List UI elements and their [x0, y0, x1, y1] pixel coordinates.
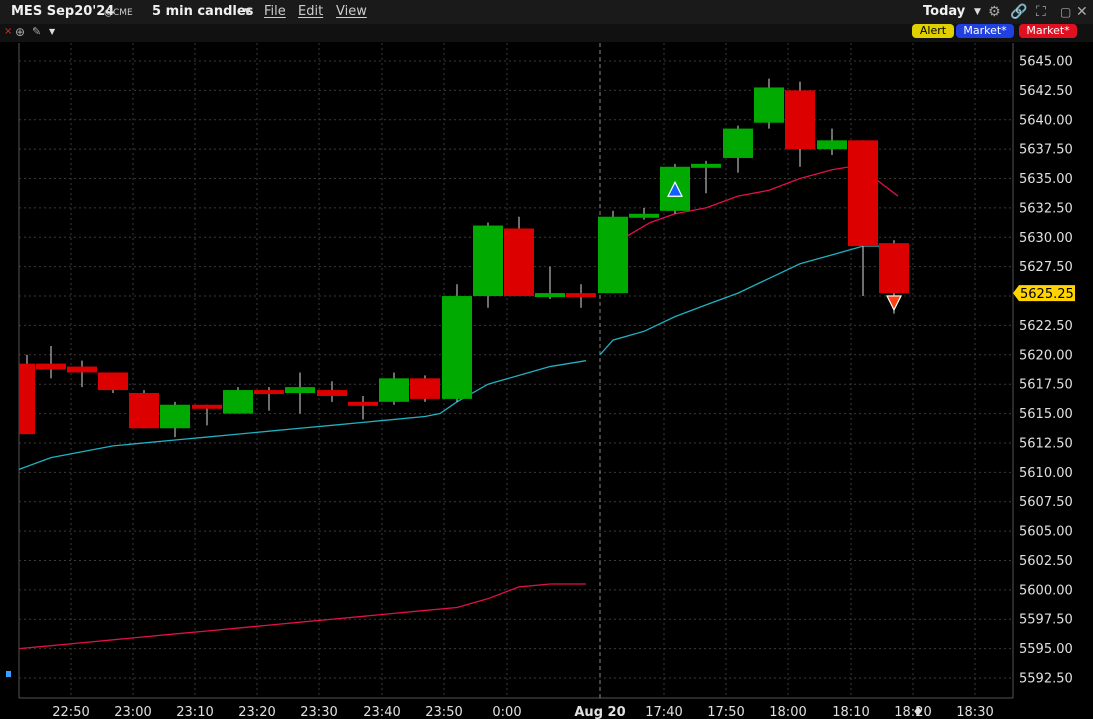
y-tick-label: 5640.00	[1019, 113, 1073, 128]
y-tick-label: 5627.50	[1019, 260, 1073, 275]
maximize-icon[interactable]: ⛶	[1036, 0, 1046, 24]
y-tick-label: 5600.00	[1019, 583, 1073, 598]
y-tick-label: 5597.50	[1019, 613, 1073, 628]
y-tick-label: 5620.00	[1019, 348, 1073, 363]
candle-down	[410, 378, 440, 399]
x-tick-label: 0:00	[492, 705, 521, 719]
x-tick-label: 23:10	[176, 705, 213, 719]
candle-up	[754, 87, 784, 123]
restore-icon[interactable]: ▢	[1060, 0, 1071, 24]
market-button-red[interactable]: Market*	[1019, 24, 1077, 38]
x-tick-label: 22:50	[52, 705, 89, 719]
chart-toolbar: × ⊕ ✎ ▼ Alert Market* Market*	[0, 24, 1093, 42]
candle-down	[192, 404, 222, 409]
close-icon[interactable]: ×	[4, 20, 12, 44]
y-tick-label: 5645.00	[1019, 55, 1073, 70]
x-tick-label: 23:20	[238, 705, 275, 719]
candle-down	[254, 390, 284, 395]
candle-up	[723, 128, 753, 158]
left-edge-marker	[6, 671, 11, 677]
scroll-marker: ♦	[912, 705, 924, 719]
y-tick-label: 5630.00	[1019, 231, 1073, 246]
x-tick-label: Aug 20	[574, 705, 625, 719]
y-tick-label: 5612.50	[1019, 436, 1073, 451]
y-tick-label: 5635.00	[1019, 172, 1073, 187]
link-icon[interactable]: 🔗	[1010, 0, 1027, 24]
x-tick-label: 18:00	[769, 705, 806, 719]
x-tick-label: 23:30	[300, 705, 337, 719]
x-tick-label: 17:40	[645, 705, 682, 719]
y-tick-label: 5595.00	[1019, 642, 1073, 657]
y-tick-label: 5637.50	[1019, 143, 1073, 158]
y-tick-label: 5592.50	[1019, 672, 1073, 687]
x-tick-label: 17:50	[707, 705, 744, 719]
candle-up	[285, 387, 315, 394]
y-tick-label: 5615.00	[1019, 407, 1073, 422]
last-price-label: 5625.25	[1020, 287, 1074, 302]
x-tick-label: 18:10	[832, 705, 869, 719]
candle-down	[317, 390, 347, 396]
candle-up	[817, 140, 847, 150]
candle-down	[879, 243, 909, 294]
candle-down	[36, 363, 66, 370]
period-dropdown-icon[interactable]: ▼	[974, 0, 981, 24]
crosshair-icon[interactable]: ⊕	[15, 20, 25, 44]
y-tick-label: 5622.50	[1019, 319, 1073, 334]
candle-up	[223, 390, 253, 414]
y-tick-label: 5632.50	[1019, 201, 1073, 216]
interval-dropdown-icon[interactable]: ▼	[244, 0, 251, 24]
x-tick-label: 23:40	[363, 705, 400, 719]
settings-icon[interactable]: ⚙	[988, 0, 1001, 24]
dropdown-icon[interactable]: ▼	[49, 20, 55, 44]
draw-tools-icon[interactable]: ✎	[32, 20, 41, 44]
menu-view[interactable]: View	[336, 0, 367, 24]
candle-up	[691, 163, 721, 168]
y-tick-label: 5605.00	[1019, 525, 1073, 540]
x-tick-label: 18:30	[956, 705, 993, 719]
candle-down	[566, 293, 596, 298]
chart-background	[0, 42, 1093, 719]
close-window-icon[interactable]: ✕	[1076, 0, 1088, 24]
candle-down	[848, 140, 878, 247]
y-tick-label: 5642.50	[1019, 84, 1073, 99]
candle-down	[19, 363, 35, 435]
candle-up	[160, 404, 190, 429]
period-label[interactable]: Today	[923, 0, 965, 24]
candle-up	[598, 216, 628, 294]
candle-up	[442, 296, 472, 399]
x-tick-label: 23:00	[114, 705, 151, 719]
symbol-label[interactable]: MES Sep20'24	[11, 0, 114, 24]
x-tick-label: 23:50	[425, 705, 462, 719]
candle-up	[535, 293, 565, 298]
market-button-blue[interactable]: Market*	[956, 24, 1014, 38]
menu-file[interactable]: File	[264, 0, 286, 24]
candle-down	[348, 401, 378, 406]
y-tick-label: 5602.50	[1019, 554, 1073, 569]
y-tick-label: 5607.50	[1019, 495, 1073, 510]
candle-up	[473, 225, 503, 297]
interval-label[interactable]: 5 min candles	[152, 0, 253, 24]
candle-up	[629, 213, 659, 218]
candle-down	[67, 366, 97, 373]
menu-edit[interactable]: Edit	[298, 0, 323, 24]
exchange-label[interactable]: @CME	[104, 1, 133, 25]
candle-down	[98, 372, 128, 391]
y-tick-label: 5610.00	[1019, 466, 1073, 481]
title-bar: MES Sep20'24 @CME 5 min candles ▼ File E…	[0, 0, 1093, 25]
candle-down	[785, 90, 815, 150]
candlestick-chart[interactable]: 5592.50 5595.00 5597.50 5600.00 5602.50 5605.…	[0, 42, 1093, 719]
candle-up	[379, 378, 409, 402]
candle-down	[504, 228, 534, 297]
y-tick-label: 5617.50	[1019, 378, 1073, 393]
alert-button[interactable]: Alert	[912, 24, 954, 38]
candle-down	[129, 393, 159, 429]
